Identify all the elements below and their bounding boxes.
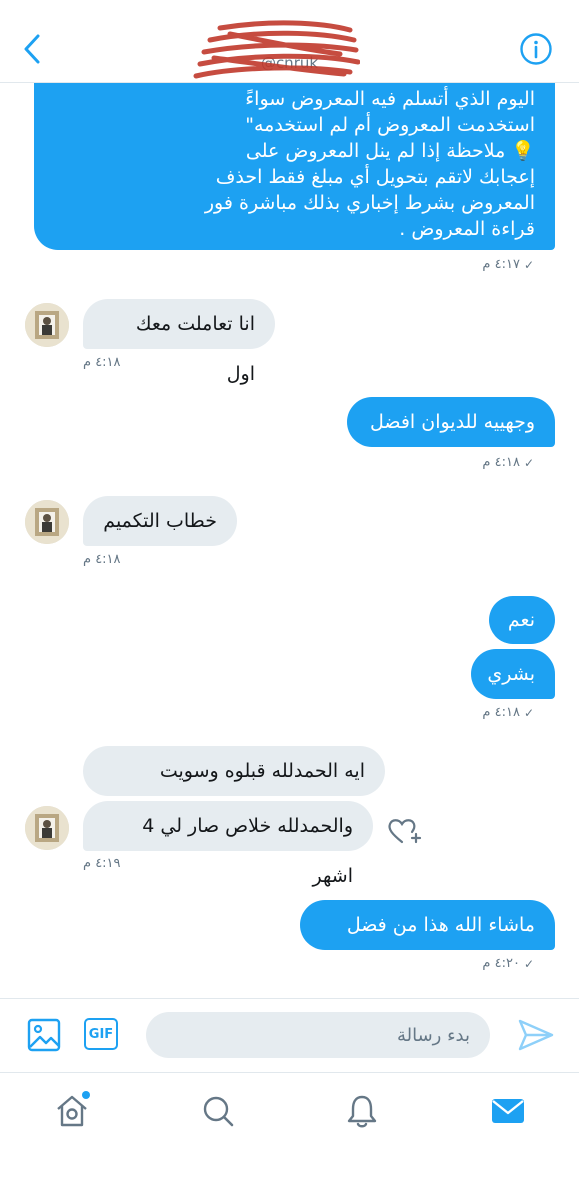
message-line: اليوم الذي أتسلم فيه المعروض سواءً	[245, 88, 535, 110]
message-composer: GIF	[0, 998, 579, 1073]
tab-messages[interactable]	[490, 1091, 526, 1131]
image-icon	[27, 1018, 61, 1052]
message-timestamp: ✓ ٤:١٨ م	[482, 705, 534, 720]
avatar-image	[25, 500, 69, 544]
message-timestamp: ٤:١٨ م	[83, 355, 121, 370]
avatar-image	[25, 806, 69, 850]
notifications-bell-icon	[347, 1095, 377, 1128]
notification-dot	[82, 1091, 90, 1099]
bottom-tab-bar	[0, 1072, 579, 1201]
add-media-button[interactable]	[26, 1017, 62, 1053]
message-bubble-outgoing[interactable]: ماشاء الله هذا من فضل ربي	[300, 900, 555, 986]
message-timestamp: ٤:١٨ م	[83, 552, 121, 567]
sent-check-icon: ✓	[523, 956, 534, 971]
sent-check-icon: ✓	[523, 705, 534, 720]
avatar-image	[25, 303, 69, 347]
home-icon	[57, 1091, 90, 1127]
message-line: إعجابك لاتقم بتحويل أي مبلغ فقط احذف	[215, 166, 535, 188]
message-timestamp: ✓ ٤:٢٠ م	[482, 956, 534, 971]
message-bubble-incoming[interactable]: انا تعاملت معك اول	[83, 299, 275, 385]
message-timestamp: ✓ ٤:١٧ م	[482, 257, 534, 272]
conversation-thread: اليوم الذي أتسلم فيه المعروض سواءً استخد…	[0, 0, 579, 998]
message-timestamp: ٤:١٩ م	[83, 856, 121, 871]
avatar[interactable]	[25, 806, 69, 850]
tab-home[interactable]	[54, 1091, 90, 1131]
send-button[interactable]	[516, 1015, 556, 1055]
gif-button[interactable]: GIF	[84, 1018, 118, 1050]
tab-notifications[interactable]	[344, 1091, 380, 1131]
info-circle-icon	[520, 33, 552, 65]
send-icon	[518, 1019, 554, 1051]
message-bubble-outgoing[interactable]: نعم	[489, 596, 555, 644]
message-timestamp: ✓ ٤:١٨ م	[482, 455, 534, 470]
info-button[interactable]	[519, 32, 553, 66]
sent-check-icon: ✓	[523, 455, 534, 470]
conversation-header: @cnruk	[0, 0, 579, 83]
search-icon	[203, 1096, 234, 1127]
tab-search[interactable]	[200, 1091, 236, 1131]
message-line: قراءة المعروض .	[399, 218, 535, 240]
redaction-scribble	[193, 20, 360, 79]
message-bubble-incoming[interactable]: خطاب التكميم	[83, 496, 237, 546]
avatar[interactable]	[25, 500, 69, 544]
sent-check-icon: ✓	[523, 257, 534, 272]
message-line: استخدمت المعروض أم لم استخدمه"	[245, 114, 535, 136]
message-bubble-outgoing[interactable]: بشري	[471, 649, 555, 699]
message-bubble-outgoing[interactable]: وجهييه للديوان افضل	[347, 397, 555, 447]
message-line: المعروض بشرط إخباري بذلك مباشرة فور	[204, 192, 535, 214]
messages-envelope-icon	[492, 1099, 524, 1123]
heart-plus-icon[interactable]	[386, 814, 422, 850]
message-line: 💡 ملاحظة إذا لم ينل المعروض على	[245, 140, 535, 162]
message-bubble-incoming[interactable]: والحمدلله خلاص صار لي 4 اشهر	[83, 801, 373, 887]
message-bubble-incoming[interactable]: ايه الحمدلله قبلوه وسويت العمليه	[83, 746, 385, 832]
message-input[interactable]	[146, 1012, 490, 1058]
avatar[interactable]	[25, 303, 69, 347]
